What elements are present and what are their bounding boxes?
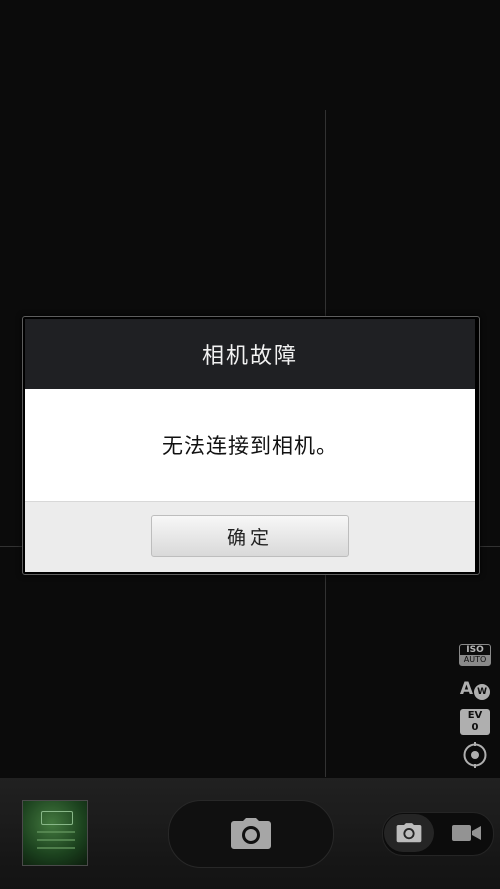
ok-button[interactable]: 确定	[151, 515, 349, 557]
camera-error-dialog: 相机故障 无法连接到相机。 确定	[22, 316, 480, 575]
dialog-message-text: 无法连接到相机。	[162, 434, 338, 458]
dialog-message: 无法连接到相机。	[25, 389, 475, 501]
dialog-footer: 确定	[25, 501, 475, 572]
dialog-title: 相机故障	[25, 319, 475, 389]
